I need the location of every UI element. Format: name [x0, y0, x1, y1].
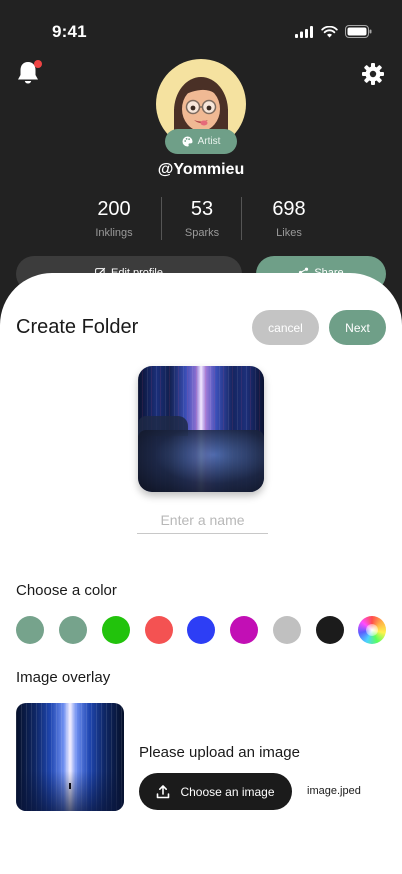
wifi-icon	[321, 25, 338, 37]
color-swatch-gray[interactable]	[273, 616, 301, 644]
next-button[interactable]: Next	[329, 310, 386, 345]
stat-likes[interactable]: 698 Likes	[249, 198, 329, 239]
folder-cover-preview[interactable]	[138, 366, 264, 492]
overlay-image-preview	[16, 703, 124, 811]
selected-file-name: image.jped	[307, 785, 361, 797]
upload-icon	[157, 784, 170, 798]
color-section-title: Choose a color	[16, 582, 117, 599]
username: @Yommieu	[157, 161, 245, 178]
upload-prompt: Please upload an image	[139, 744, 300, 761]
artist-badge-label: Artist	[197, 136, 221, 147]
stat-value: 53	[190, 198, 214, 220]
choose-image-button[interactable]: Choose an image	[139, 773, 292, 810]
color-swatch-green[interactable]	[102, 616, 130, 644]
stat-sparks[interactable]: 53 Sparks	[162, 198, 242, 239]
create-folder-sheet: Create Folder cancel Next Choose a color…	[0, 273, 402, 874]
palette-icon	[182, 136, 193, 147]
folder-body-shape	[138, 430, 264, 492]
stat-value: 698	[272, 198, 306, 220]
color-swatch-black[interactable]	[316, 616, 344, 644]
notifications-button[interactable]	[16, 60, 42, 88]
choose-image-label: Choose an image	[180, 784, 275, 799]
folder-name-input[interactable]	[137, 507, 268, 534]
stat-label: Likes	[276, 227, 302, 239]
rainbow-center	[366, 624, 378, 636]
color-swatch-sage[interactable]	[16, 616, 44, 644]
color-swatch-blue[interactable]	[187, 616, 215, 644]
artist-badge: Artist	[165, 129, 237, 154]
notification-dot	[34, 60, 42, 68]
battery-icon	[345, 25, 372, 38]
cellular-signal-icon	[295, 25, 313, 38]
color-swatch-sage-2[interactable]	[59, 616, 87, 644]
stat-value: 200	[97, 198, 131, 220]
sheet-title: Create Folder	[16, 316, 139, 338]
overlay-figure	[69, 783, 71, 789]
overlay-floor	[16, 771, 124, 811]
stat-label: Sparks	[184, 227, 220, 239]
color-swatch-red[interactable]	[145, 616, 173, 644]
overlay-section-title: Image overlay	[16, 669, 111, 686]
color-swatch-magenta[interactable]	[230, 616, 258, 644]
status-icons	[295, 25, 372, 38]
stat-inklings[interactable]: 200 Inklings	[74, 198, 154, 239]
color-picker-rainbow[interactable]	[358, 616, 386, 644]
settings-button[interactable]	[362, 63, 384, 85]
stat-divider	[241, 197, 242, 240]
gear-icon	[362, 63, 384, 85]
cancel-button[interactable]: cancel	[252, 310, 319, 345]
status-time: 9:41	[52, 22, 87, 41]
stat-label: Inklings	[95, 227, 133, 239]
status-bar: 9:41	[0, 0, 402, 54]
